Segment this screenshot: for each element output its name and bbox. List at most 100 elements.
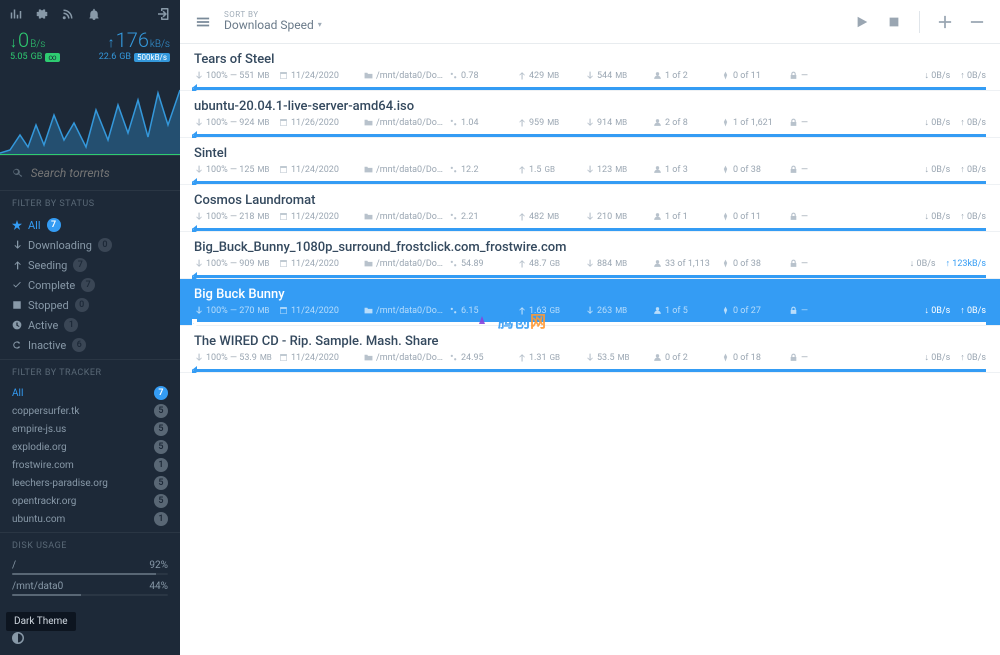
status-icon: [12, 240, 22, 250]
stat-uploaded: 1.63GB: [517, 306, 585, 316]
stat-uploaded: 48.7GB: [517, 259, 585, 269]
tracker-ubuntu-com[interactable]: ubuntu.com1: [12, 510, 168, 528]
stat-date: 11/24/2020: [279, 306, 364, 316]
torrent-row[interactable]: Big Buck Bunny100% — 270MB11/24/2020/mnt…: [180, 279, 1000, 326]
stat-seeds: 0 of 11: [721, 212, 789, 222]
stat-date: 11/24/2020: [279, 353, 364, 363]
torrent-row[interactable]: The WIRED CD - Rip. Sample. Mash. Share1…: [180, 326, 1000, 373]
stat-peers: 2 of 8: [653, 118, 721, 128]
status-icon: [12, 320, 22, 330]
stat-lock: —: [789, 71, 857, 81]
menu-icon[interactable]: [196, 15, 210, 29]
progress-bar: [194, 322, 986, 325]
rate-ul: ↑ 123kB/s: [946, 258, 986, 269]
progress-bar: [194, 181, 986, 184]
torrent-name: Cosmos Laundromat: [194, 193, 986, 211]
filter-tracker-header: FILTER BY TRACKER: [12, 368, 168, 384]
stat-ratio: 0.78: [449, 71, 517, 81]
progress-bar: [194, 275, 986, 278]
sort-dropdown[interactable]: SORT BY Download Speed▾: [224, 11, 322, 33]
torrent-row[interactable]: Tears of Steel100% — 551MB11/24/2020/mnt…: [180, 44, 1000, 91]
search-icon: [12, 167, 23, 179]
stat-peers: 33 of 1,113: [653, 259, 721, 269]
stat-lock: —: [789, 118, 857, 128]
rate-ul: ↑ 0B/s: [960, 164, 986, 175]
rate-ul: ↑ 0B/s: [960, 117, 986, 128]
stat-date: 11/24/2020: [279, 212, 364, 222]
torrent-name: Big Buck Bunny: [194, 287, 986, 305]
feed-icon[interactable]: [62, 8, 74, 20]
tracker-coppersurfer-tk[interactable]: coppersurfer.tk5: [12, 402, 168, 420]
start-icon[interactable]: [855, 15, 869, 29]
torrent-row[interactable]: ubuntu-20.04.1-live-server-amd64.iso100%…: [180, 91, 1000, 138]
stop-icon[interactable]: [887, 15, 901, 29]
stat-progress: 100% — 53.9MB: [194, 353, 279, 363]
stat-ratio: 12.2: [449, 165, 517, 175]
rate-dl: ↓ 0B/s: [924, 352, 950, 363]
disk--: /92%: [12, 557, 168, 578]
download-speed: ↓0B/s 5.05GB∞: [10, 28, 60, 62]
sidebar: ↓0B/s 5.05GB∞ ↑176kB/s 22.6GB500kB/s FIL…: [0, 0, 180, 655]
theme-tooltip: Dark Theme: [6, 612, 76, 631]
progress-bar: [194, 87, 986, 90]
add-icon[interactable]: [938, 15, 952, 29]
tracker-opentrackr-org[interactable]: opentrackr.org5: [12, 492, 168, 510]
rate-ul: ↑ 0B/s: [960, 352, 986, 363]
gear-icon[interactable]: [36, 8, 48, 20]
stat-uploaded: 429MB: [517, 71, 585, 81]
stat-date: 11/24/2020: [279, 71, 364, 81]
stat-lock: —: [789, 212, 857, 222]
filter-status-seeding[interactable]: Seeding7: [12, 255, 168, 275]
filter-status-active[interactable]: Active1: [12, 315, 168, 335]
stat-downloaded: 123MB: [585, 165, 653, 175]
filter-status-section: FILTER BY STATUS All7Downloading0Seeding…: [0, 191, 180, 359]
stat-ratio: 2.21: [449, 212, 517, 222]
main-panel: SORT BY Download Speed▾ Tears of Steel10…: [180, 0, 1000, 655]
stat-seeds: 0 of 11: [721, 71, 789, 81]
rate-dl: ↓ 0B/s: [924, 117, 950, 128]
stat-uploaded: 959MB: [517, 118, 585, 128]
stat-downloaded: 210MB: [585, 212, 653, 222]
filter-status-inactive[interactable]: Inactive6: [12, 335, 168, 355]
rate-ul: ↑ 0B/s: [960, 211, 986, 222]
stat-ratio: 24.95: [449, 353, 517, 363]
filter-status-downloading[interactable]: Downloading0: [12, 235, 168, 255]
stat-seeds: 1 of 1,621: [721, 118, 789, 128]
stat-downloaded: 914MB: [585, 118, 653, 128]
torrent-row[interactable]: Big_Buck_Bunny_1080p_surround_frostclick…: [180, 232, 1000, 279]
theme-toggle-icon[interactable]: [12, 632, 24, 644]
stat-progress: 100% — 125MB: [194, 165, 279, 175]
stat-seeds: 0 of 27: [721, 306, 789, 316]
search-row[interactable]: [0, 156, 180, 190]
torrent-row[interactable]: Cosmos Laundromat100% — 218MB11/24/2020/…: [180, 185, 1000, 232]
status-icon: [12, 340, 22, 350]
stat-lock: —: [789, 165, 857, 175]
progress-bar: [194, 228, 986, 231]
sidebar-header: ↓0B/s 5.05GB∞ ↑176kB/s 22.6GB500kB/s: [0, 0, 180, 155]
filter-tracker-section: FILTER BY TRACKER All7coppersurfer.tk5em…: [0, 360, 180, 532]
progress-bar: [194, 134, 986, 137]
torrent-list: Tears of Steel100% — 551MB11/24/2020/mnt…: [180, 44, 1000, 655]
tracker-frostwire-com[interactable]: frostwire.com1: [12, 456, 168, 474]
search-input[interactable]: [31, 166, 168, 180]
stat-uploaded: 1.5GB: [517, 165, 585, 175]
stat-lock: —: [789, 259, 857, 269]
logout-icon[interactable]: [158, 8, 170, 20]
bell-icon[interactable]: [88, 8, 100, 20]
filter-status-all[interactable]: All7: [12, 215, 168, 235]
stats-icon[interactable]: [10, 8, 22, 20]
stat-ratio: 1.04: [449, 118, 517, 128]
tracker-leechers-paradise-org[interactable]: leechers-paradise.org5: [12, 474, 168, 492]
stat-path: /mnt/data0/Do…: [364, 165, 449, 175]
tracker-empire-js-us[interactable]: empire-js.us5: [12, 420, 168, 438]
stat-downloaded: 263MB: [585, 306, 653, 316]
stat-downloaded: 544MB: [585, 71, 653, 81]
tracker-All[interactable]: All7: [12, 384, 168, 402]
torrent-row[interactable]: Sintel100% — 125MB11/24/2020/mnt/data0/D…: [180, 138, 1000, 185]
tracker-explodie-org[interactable]: explodie.org5: [12, 438, 168, 456]
filter-status-stopped[interactable]: Stopped0: [12, 295, 168, 315]
rate-ul: ↑ 0B/s: [960, 305, 986, 316]
rate-dl: ↓ 0B/s: [924, 164, 950, 175]
remove-icon[interactable]: [970, 15, 984, 29]
filter-status-complete[interactable]: Complete7: [12, 275, 168, 295]
